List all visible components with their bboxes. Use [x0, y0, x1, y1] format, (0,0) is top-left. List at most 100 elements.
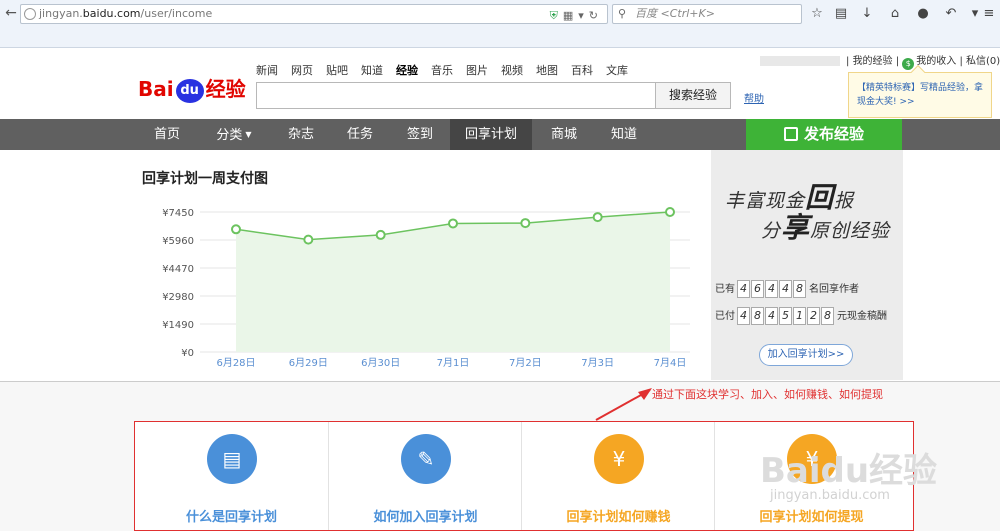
y-tick-label: ¥5960 [162, 236, 194, 247]
search-input[interactable] [256, 82, 656, 109]
digit: 1 [793, 307, 806, 325]
bookmark-star-icon[interactable]: ☆ [808, 5, 826, 23]
edit-icon: ✎ [401, 434, 451, 484]
x-tick-label: 6月29日 [289, 357, 328, 369]
nav-tab[interactable]: 签到 [390, 119, 450, 150]
product-nav-item[interactable]: 新闻 [256, 62, 278, 78]
nav-tab-label: 杂志 [287, 127, 314, 142]
url-prefix: jingyan. [39, 7, 83, 20]
watermark-url: jingyan.baidu.com [770, 488, 890, 503]
digit: 5 [779, 307, 792, 325]
product-nav-item[interactable]: 贴吧 [326, 62, 348, 78]
money-bag-icon: ¥ [594, 434, 644, 484]
digit: 4 [765, 280, 778, 298]
shield-icon[interactable]: ⛨ [550, 9, 563, 22]
address-bar-icons: ⛨▦▾↻ [550, 7, 603, 25]
browser-search-placeholder: 百度 <Ctrl+K> [635, 7, 715, 20]
nav-tab[interactable]: 知道 [596, 119, 652, 150]
globe-icon [24, 8, 36, 20]
data-point [448, 218, 458, 229]
url-domain: baidu.com [82, 7, 141, 20]
messages-link[interactable]: 私信(0) [966, 56, 1000, 67]
digit: 2 [807, 307, 820, 325]
chart-title: 回享计划一周支付图 [142, 171, 268, 187]
product-nav-item[interactable]: 图片 [466, 62, 488, 78]
nav-tab-label: 签到 [406, 127, 433, 142]
nav-tab[interactable]: 商城 [532, 119, 596, 150]
y-tick-label: ¥0 [181, 348, 194, 359]
product-nav-item[interactable]: 文库 [606, 62, 628, 78]
logo-bai: Bai [138, 77, 174, 101]
dropdown-icon[interactable]: ▾ [578, 9, 589, 22]
reload-icon[interactable]: ↻ [589, 9, 603, 22]
help-link[interactable]: 帮助 [744, 90, 764, 105]
product-nav-item[interactable]: 知道 [361, 62, 383, 78]
authors-digits: 46448 [737, 280, 807, 298]
chart-area [236, 212, 670, 352]
step-label[interactable]: 什么是回享计划 [135, 506, 328, 525]
join-plan-button[interactable]: 加入回享计划>> [759, 344, 853, 366]
x-tick-label: 6月28日 [216, 357, 255, 369]
nav-tab[interactable]: 任务 [330, 119, 390, 150]
baidu-jingyan-logo[interactable]: Bai du 经验 [138, 74, 246, 104]
nav-tab-label: 回享计划 [464, 127, 517, 142]
nav-tab[interactable]: 回享计划 [450, 119, 532, 150]
nav-tab[interactable]: 杂志 [272, 119, 330, 150]
back-icon[interactable]: ← [2, 4, 20, 22]
product-nav-item[interactable]: 音乐 [431, 62, 453, 78]
digit: 8 [821, 307, 834, 325]
address-bar[interactable]: jingyan.baidu.com/user/income ⛨▦▾↻ [20, 4, 608, 24]
digit: 4 [737, 280, 750, 298]
payment-chart: ¥0 ¥1490 ¥2980 ¥4470 ¥5960 ¥7450 6月28日 6月29日 6月3… [162, 207, 690, 369]
nav-tab[interactable]: 首页 [138, 119, 196, 150]
page: | 我的经验 | $ 我的收入 | 私信(0) 【精英特标赛】写精品经验，拿现金大… [0, 48, 1000, 531]
digit: 4 [737, 307, 750, 325]
digit: 4 [779, 280, 792, 298]
publish-button[interactable]: 发布经验 [746, 119, 902, 150]
chat-icon[interactable]: ● [914, 5, 932, 23]
undo-icon[interactable]: ↶ [942, 5, 960, 23]
product-nav-item[interactable]: 经验 [396, 62, 418, 78]
y-tick-label: ¥7450 [162, 208, 194, 219]
nav-tab-label: 首页 [153, 127, 180, 142]
y-tick-label: ¥4470 [162, 264, 194, 275]
nav-tab-label: 知道 [610, 127, 637, 142]
product-nav-item[interactable]: 百科 [571, 62, 593, 78]
promo-tooltip-text: 【精英特标赛】写精品经验，拿现金大奖! >> [857, 83, 984, 107]
paid-suffix: 元现金稿酬 [837, 311, 887, 322]
step-card[interactable]: ¥ 回享计划如何赚钱 [521, 422, 714, 530]
step-label[interactable]: 回享计划如何提现 [715, 506, 908, 525]
data-point [303, 234, 314, 245]
paid-prefix: 已付 [715, 311, 735, 322]
my-experience-link[interactable]: 我的经验 [853, 56, 893, 67]
reading-list-icon[interactable]: ▤ [832, 5, 850, 23]
browser-search-input[interactable]: ⚲ 百度 <Ctrl+K> [612, 4, 802, 24]
product-nav-item[interactable]: 地图 [536, 62, 558, 78]
nav-tab-label: 商城 [550, 127, 577, 142]
my-income-link[interactable]: 我的收入 [916, 56, 956, 67]
qr-icon[interactable]: ▦ [563, 9, 578, 22]
data-point [520, 218, 531, 229]
step-card[interactable]: ▤ 什么是回享计划 [135, 422, 328, 530]
product-nav: 新闻 网页 贴吧 知道 经验 音乐 图片 视频 地图 百科 文库 [256, 62, 641, 78]
data-point [231, 224, 241, 235]
money-icon: $ [902, 58, 915, 70]
paid-digits: 4845128 [737, 307, 835, 325]
product-nav-item[interactable]: 视频 [501, 62, 523, 78]
nav-tab-label: 任务 [346, 127, 373, 142]
download-icon[interactable]: ↓ [858, 5, 876, 23]
username-blurred[interactable] [760, 56, 840, 66]
promo-tooltip[interactable]: 【精英特标赛】写精品经验，拿现金大奖! >> [848, 72, 992, 118]
digit: 8 [751, 307, 764, 325]
search-button[interactable]: 搜索经验 [655, 82, 731, 109]
product-nav-item[interactable]: 网页 [291, 62, 313, 78]
step-label[interactable]: 如何加入回享计划 [329, 506, 522, 525]
nav-tab[interactable]: 分类 ▼ [196, 119, 272, 150]
y-tick-label: ¥1490 [162, 320, 194, 331]
step-label[interactable]: 回享计划如何赚钱 [522, 506, 715, 525]
step-card[interactable]: ✎ 如何加入回享计划 [328, 422, 521, 530]
home-icon[interactable]: ⌂ [886, 5, 904, 23]
digit: 6 [751, 280, 764, 298]
data-point [592, 212, 603, 223]
menu-icon[interactable]: ≡ [980, 5, 998, 23]
